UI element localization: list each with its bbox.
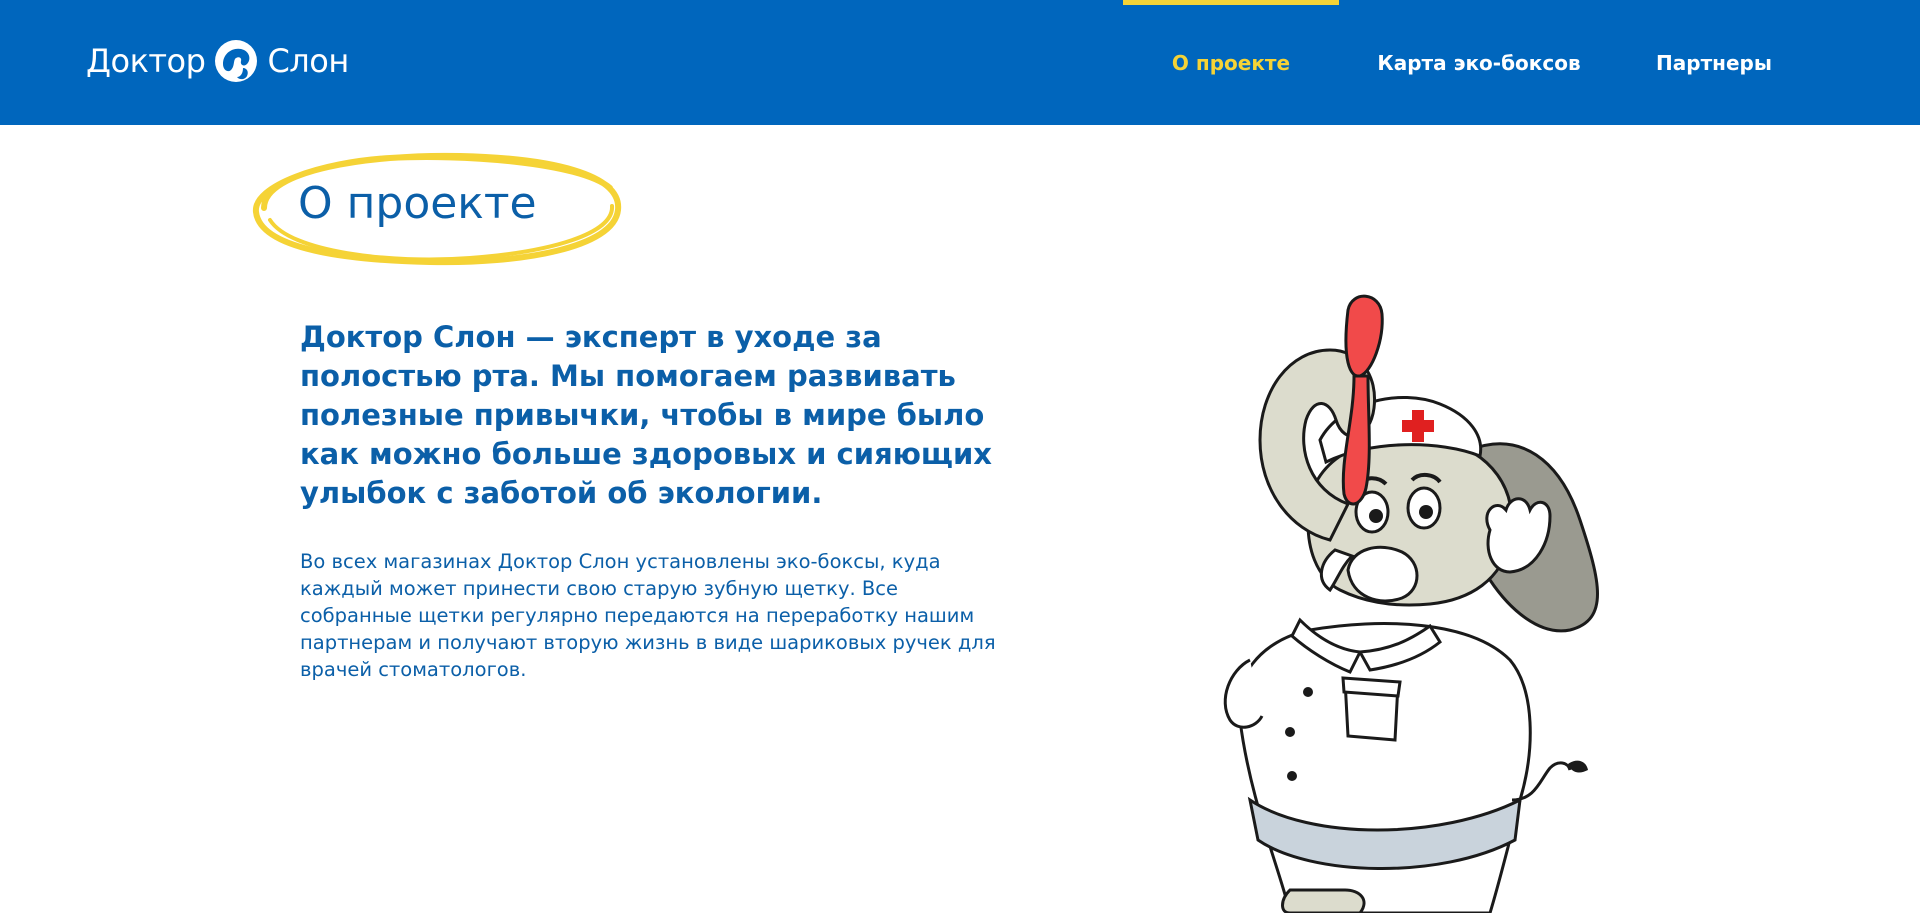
nav-item-about[interactable]: О проекте xyxy=(1123,0,1339,125)
nav-item-partners[interactable]: Партнеры xyxy=(1629,0,1799,125)
body-paragraph: Во всех магазинах Доктор Слон установлен… xyxy=(300,550,996,681)
logo-link[interactable]: Доктор Слон xyxy=(86,36,349,86)
page-title: О проекте xyxy=(298,178,537,229)
logo-text-left: Доктор xyxy=(86,42,206,80)
nav-item-eco-box-map[interactable]: Карта эко-боксов xyxy=(1359,0,1599,125)
top-navigation-bar: Доктор Слон О проекте Карта эко-боксов П… xyxy=(0,0,1920,125)
lead-paragraph: Доктор Слон — эксперт в уходе за полость… xyxy=(300,320,992,510)
elephant-head-icon xyxy=(215,40,258,82)
logo-text-right: Слон xyxy=(267,42,349,80)
section-title-block: О проекте xyxy=(250,148,626,270)
elephant-doctor-illustration xyxy=(1223,294,1599,913)
